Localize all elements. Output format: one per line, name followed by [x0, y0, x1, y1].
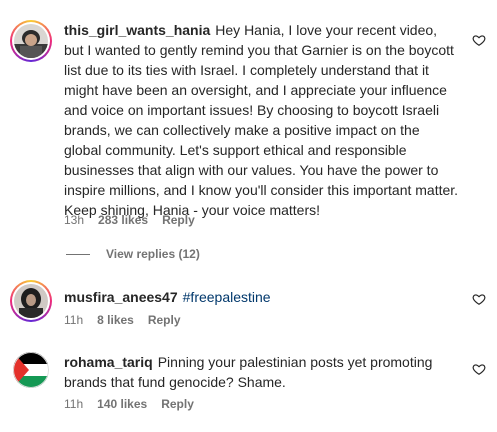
reply-button[interactable]: Reply — [148, 313, 181, 327]
reply-button[interactable]: Reply — [162, 213, 195, 227]
heart-outline-icon[interactable] — [472, 33, 486, 47]
palestine-flag-avatar — [13, 352, 49, 388]
avatar-story-ring[interactable] — [10, 280, 52, 322]
comment-text: this_girl_wants_hania Hey Hania, I love y… — [64, 20, 460, 220]
avatar-story-ring[interactable] — [10, 20, 52, 62]
comment-likes[interactable]: 283 likes — [98, 213, 148, 227]
avatar — [14, 284, 48, 318]
comment-time: 11h — [64, 313, 84, 327]
comment-meta: 11h 140 likes Reply — [64, 396, 208, 412]
replies-divider-line — [66, 253, 90, 255]
comment-time: 13h — [64, 213, 85, 227]
comment-time: 11h — [64, 397, 84, 411]
heart-outline-icon[interactable] — [472, 362, 486, 376]
avatar — [14, 24, 48, 58]
comment-text: musfira_anees47 #freepalestine — [64, 287, 460, 307]
comment-username[interactable]: musfira_anees47 — [64, 289, 178, 305]
comment-meta: 13h 283 likes Reply — [64, 212, 209, 228]
reply-button[interactable]: Reply — [161, 397, 194, 411]
view-replies-button[interactable]: View replies (12) — [66, 247, 200, 261]
comment-body: Hey Hania, I love your recent video, but… — [64, 22, 459, 218]
comment-username[interactable]: rohama_tariq — [64, 354, 153, 370]
hashtag-link[interactable]: #freepalestine — [183, 289, 271, 305]
avatar[interactable] — [13, 352, 49, 388]
heart-outline-icon[interactable] — [472, 292, 486, 306]
comment-text: rohama_tariq Pinning your palestinian pos… — [64, 352, 444, 392]
comment-username[interactable]: this_girl_wants_hania — [64, 22, 210, 38]
comment-likes[interactable]: 8 likes — [97, 313, 134, 327]
comment-likes[interactable]: 140 likes — [97, 397, 147, 411]
view-replies-label: View replies (12) — [106, 247, 200, 261]
comment-meta: 11h 8 likes Reply — [64, 312, 195, 328]
